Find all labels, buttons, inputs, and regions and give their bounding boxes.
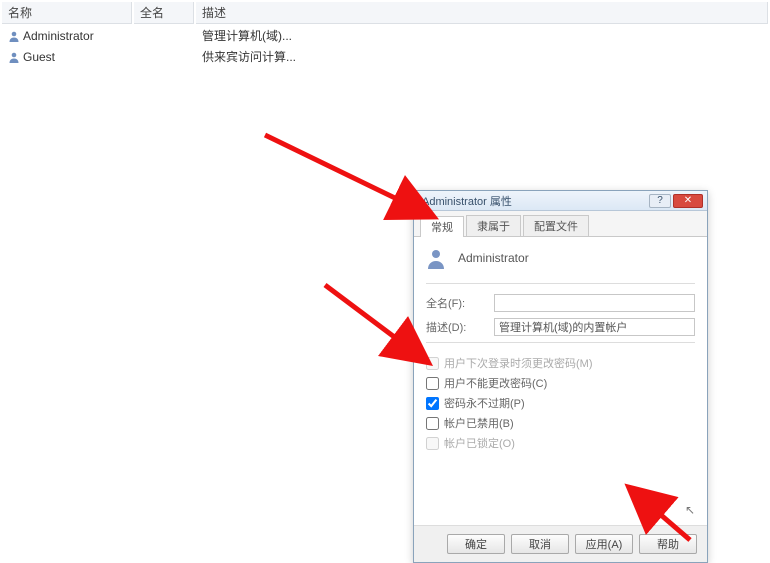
properties-dialog: Administrator 属性 ? ✕ 常规 隶属于 配置文件 Adminis… — [413, 190, 708, 563]
user-name: Guest — [23, 50, 55, 64]
checkbox-account-disabled[interactable] — [426, 417, 439, 430]
tab-strip: 常规 隶属于 配置文件 — [414, 211, 707, 237]
description-label: 描述(D): — [426, 319, 494, 335]
dialog-titlebar[interactable]: Administrator 属性 ? ✕ — [414, 191, 707, 211]
dialog-username: Administrator — [458, 251, 529, 265]
tab-profile[interactable]: 配置文件 — [523, 215, 589, 236]
col-header-fullname[interactable]: 全名 — [134, 2, 194, 24]
check-password-never-expires[interactable]: 密码永不过期(P) — [426, 393, 695, 413]
fullname-label: 全名(F): — [426, 295, 494, 311]
table-row[interactable]: Administrator 管理计算机(域)... — [2, 26, 768, 45]
ok-button[interactable]: 确定 — [447, 534, 505, 554]
checkbox-account-locked — [426, 437, 439, 450]
col-header-name[interactable]: 名称 — [2, 2, 132, 24]
check-cannot-change-password[interactable]: 用户不能更改密码(C) — [426, 373, 695, 393]
check-must-change-password: 用户下次登录时须更改密码(M) — [426, 353, 695, 373]
divider — [426, 283, 695, 284]
checkbox-never-expire[interactable] — [426, 397, 439, 410]
table-row[interactable]: Guest 供来宾访问计算... — [2, 47, 768, 66]
description-input[interactable] — [494, 318, 695, 336]
checkbox-must-change — [426, 357, 439, 370]
close-icon[interactable]: ✕ — [673, 194, 703, 208]
help-button[interactable]: 帮助 — [639, 534, 697, 554]
user-large-icon — [426, 247, 446, 269]
help-titlebar-button[interactable]: ? — [649, 194, 671, 208]
cancel-button[interactable]: 取消 — [511, 534, 569, 554]
dialog-title: Administrator 属性 — [422, 193, 649, 209]
tab-general[interactable]: 常规 — [420, 216, 464, 237]
check-account-locked: 帐户已锁定(O) — [426, 433, 695, 453]
checkbox-cannot-change[interactable] — [426, 377, 439, 390]
user-icon — [8, 51, 20, 63]
cursor-icon: ↖ — [426, 503, 695, 517]
col-header-desc[interactable]: 描述 — [196, 2, 768, 24]
apply-button[interactable]: 应用(A) — [575, 534, 633, 554]
dialog-button-bar: 确定 取消 应用(A) 帮助 — [414, 525, 707, 562]
divider — [426, 342, 695, 343]
fullname-input[interactable] — [494, 294, 695, 312]
tab-member-of[interactable]: 隶属于 — [466, 215, 521, 236]
user-desc: 供来宾访问计算... — [196, 47, 768, 66]
check-account-disabled[interactable]: 帐户已禁用(B) — [426, 413, 695, 433]
user-desc: 管理计算机(域)... — [196, 26, 768, 45]
user-name: Administrator — [23, 29, 94, 43]
user-icon — [8, 30, 20, 42]
users-table: 名称 全名 描述 Administrator 管理计算机(域)... Guest… — [0, 0, 770, 68]
